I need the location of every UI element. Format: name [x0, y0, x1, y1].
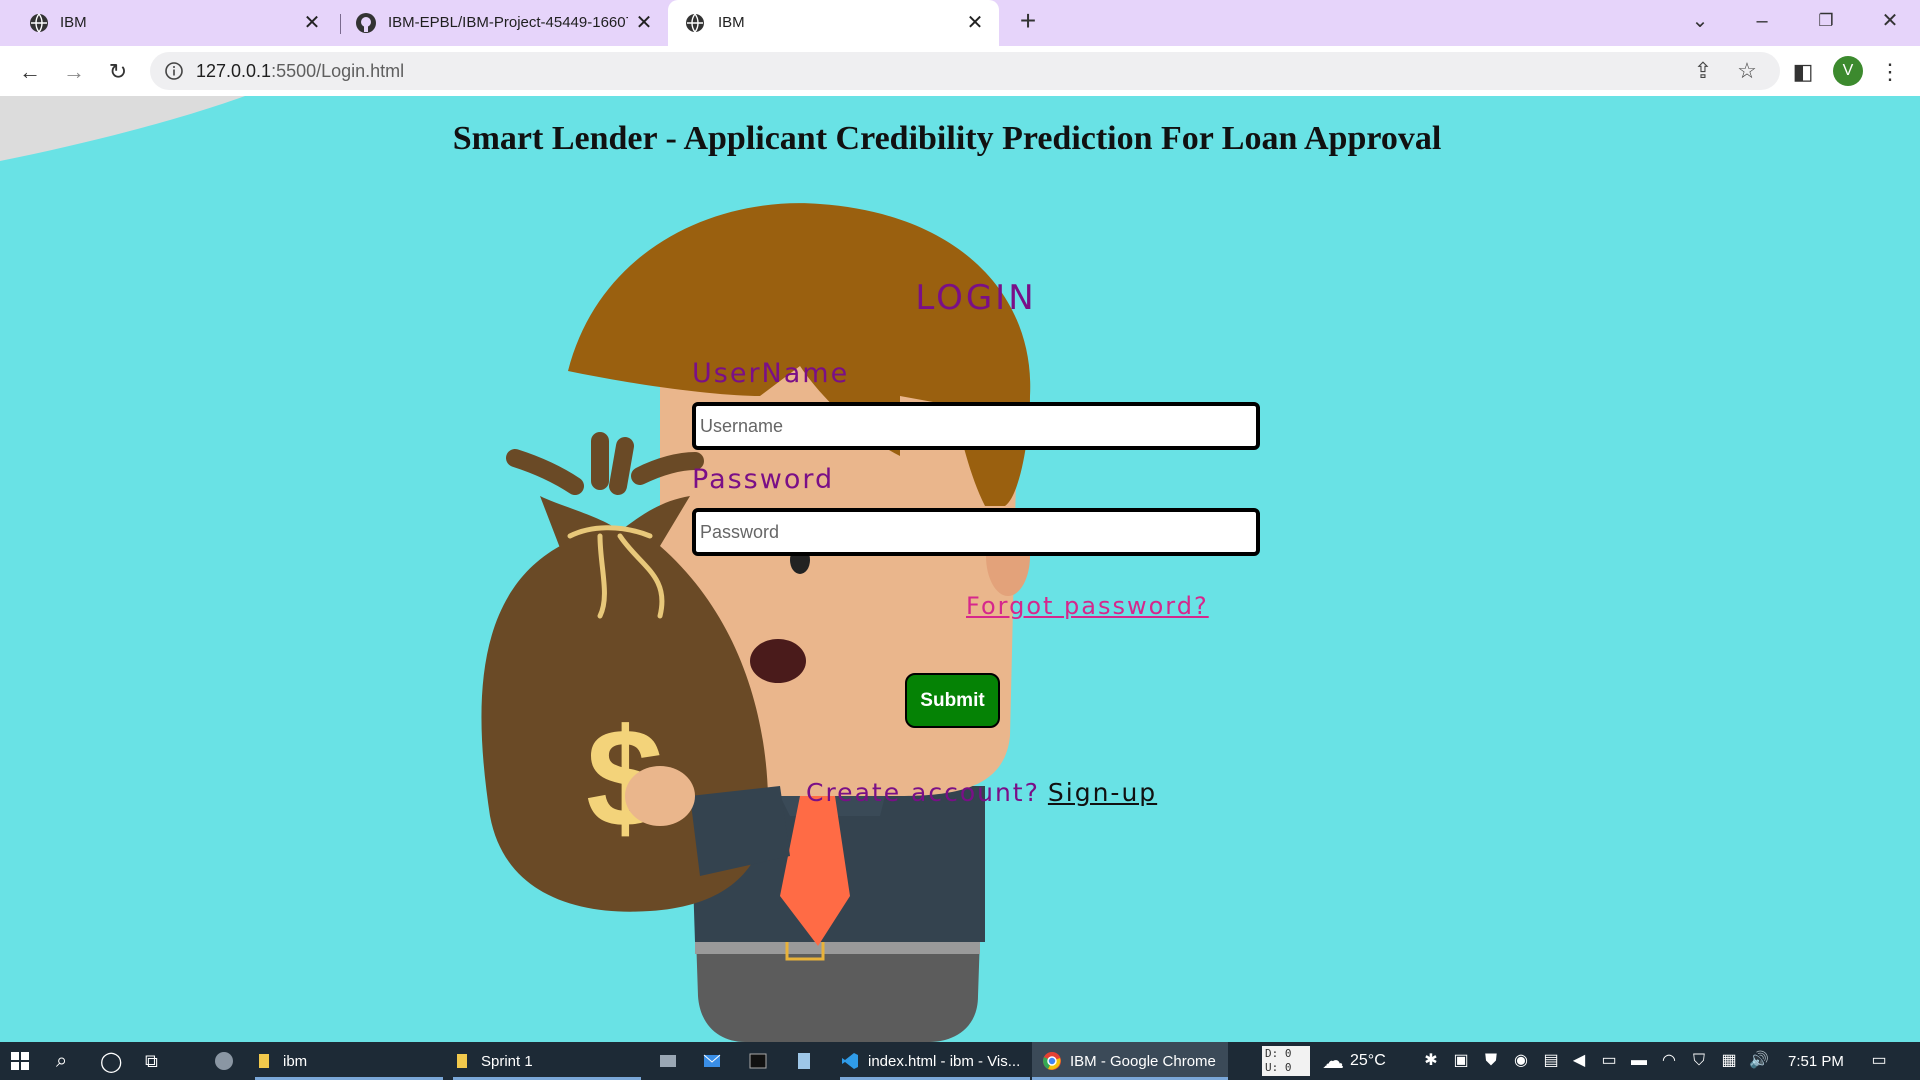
taskbar-item-chrome[interactable]: IBM - Google Chrome [1032, 1042, 1228, 1080]
page-heading: Smart Lender - Applicant Credibility Pre… [452, 120, 1442, 157]
url-text[interactable]: 127.0.0.1:5500/Login.html [196, 61, 404, 82]
search-icon[interactable]: ⌕ [56, 1042, 67, 1080]
url-path: :5500/Login.html [271, 61, 405, 81]
vscode-icon [842, 1053, 858, 1069]
password-label: Password [692, 464, 835, 495]
menu-dots-icon[interactable]: ⋮ [1875, 57, 1905, 87]
meet-icon[interactable]: ▣ [1450, 1050, 1472, 1072]
folder-icon [457, 1054, 467, 1068]
sign-up-link[interactable]: Sign-up [1048, 778, 1157, 807]
restore-button[interactable]: ❐ [1806, 6, 1846, 36]
mail-icon[interactable] [702, 1042, 730, 1080]
browser-tabstrip: IBM ✕ IBM-EPBL/IBM-Project-45449-16607 ✕… [0, 0, 1920, 46]
camera-icon[interactable]: ▤ [1540, 1050, 1562, 1072]
taskbar-item-label: Sprint 1 [481, 1052, 533, 1070]
password-input[interactable] [692, 508, 1260, 556]
start-button[interactable] [10, 1042, 38, 1080]
create-account-text: Create account? [806, 778, 1040, 807]
battery-icon[interactable]: ▬ [1628, 1050, 1650, 1072]
tab-title: IBM [60, 14, 87, 31]
taskbar-item-vscode[interactable]: index.html - ibm - Vis... [840, 1042, 1030, 1080]
taskbar-item-sprint-folder[interactable]: Sprint 1 [453, 1042, 641, 1080]
cortana-icon[interactable]: ◯ [100, 1042, 122, 1080]
submit-button[interactable]: Submit [905, 673, 1000, 728]
profile-avatar[interactable]: V [1833, 56, 1863, 86]
close-window-button[interactable]: ✕ [1870, 6, 1910, 36]
page-content: $ Smart Lender - Applicant Credibility P… [0, 96, 1920, 1042]
username-input[interactable] [692, 402, 1260, 450]
taskbar-item-ibm-folder[interactable]: ibm [255, 1042, 443, 1080]
app-tray-icon[interactable]: ◉ [1510, 1050, 1532, 1072]
wifi-icon[interactable]: ◠ [1658, 1050, 1680, 1072]
username-label: UserName [692, 358, 850, 389]
app-icon[interactable] [214, 1042, 242, 1080]
globe-icon [686, 13, 704, 33]
cloud-icon: ☁ [1322, 1048, 1344, 1073]
windows-taskbar: ⌕ ◯ ⧉ ibm Sprint 1 index.html - ibm - Vi… [0, 1042, 1920, 1080]
weather-widget[interactable]: ☁ 25°C [1322, 1042, 1386, 1080]
antivirus-icon[interactable]: ▦ [1718, 1050, 1740, 1072]
net-up: U: 0 [1265, 1061, 1292, 1074]
user-app-icon [215, 1052, 233, 1070]
reload-icon[interactable]: ↻ [103, 57, 133, 87]
bluetooth-icon[interactable]: ✱ [1420, 1050, 1442, 1072]
security-shield-icon[interactable]: ⛊ [1480, 1050, 1502, 1072]
weather-temp: 25°C [1350, 1052, 1386, 1069]
share-icon[interactable]: ⇪ [1690, 58, 1716, 84]
task-view-icon[interactable]: ⧉ [145, 1042, 158, 1080]
bookmark-star-icon[interactable]: ☆ [1734, 58, 1760, 84]
tab-title: IBM-EPBL/IBM-Project-45449-16607 [388, 14, 628, 31]
back-arrow-icon[interactable]: ← [15, 57, 45, 87]
close-tab-icon[interactable]: ✕ [632, 11, 656, 35]
tab-search-icon[interactable]: ⌄ [1680, 6, 1720, 36]
taskbar-item-label: ibm [283, 1052, 308, 1070]
console-icon [749, 1053, 767, 1069]
forward-arrow-icon[interactable]: → [59, 57, 89, 87]
envelope-icon [703, 1054, 721, 1067]
network-meter[interactable]: D: 0 U: 0 [1262, 1046, 1310, 1076]
vpn-icon[interactable]: ⛉ [1688, 1050, 1710, 1072]
terminal-icon[interactable] [748, 1042, 776, 1080]
tab-title: IBM [718, 14, 745, 31]
new-tab-button[interactable]: + [1008, 6, 1048, 36]
folder-icon [259, 1054, 269, 1068]
image-app-icon [660, 1055, 676, 1067]
browser-toolbar: ← → ↻ 127.0.0.1:5500/Login.html ⇪ ☆ ◧ V … [0, 46, 1920, 96]
taskbar-item-label: index.html - ibm - Vis... [868, 1052, 1021, 1070]
address-bar[interactable]: 127.0.0.1:5500/Login.html ⇪ ☆ [150, 52, 1780, 90]
notepad-icon [798, 1053, 810, 1069]
browser-tab-3-active[interactable]: IBM ✕ [668, 0, 999, 46]
close-tab-icon[interactable]: ✕ [963, 11, 987, 35]
speaker-muted-icon[interactable]: ◀ [1568, 1050, 1590, 1072]
browser-tab-1[interactable]: IBM ✕ [0, 0, 336, 46]
minimize-button[interactable]: – [1742, 6, 1782, 36]
cartoon-banker-illustration: $ [0, 96, 1031, 1042]
display-icon[interactable]: ▭ [1598, 1050, 1620, 1072]
clock[interactable]: 7:51 PM [1788, 1042, 1844, 1080]
chrome-icon [1043, 1052, 1061, 1070]
browser-tab-2[interactable]: IBM-EPBL/IBM-Project-45449-16607 ✕ [340, 0, 668, 46]
windows-logo-icon [11, 1052, 29, 1070]
github-icon [356, 13, 376, 33]
snipping-tool-icon[interactable] [658, 1042, 686, 1080]
close-tab-icon[interactable]: ✕ [300, 11, 324, 35]
taskbar-item-label: IBM - Google Chrome [1070, 1052, 1216, 1070]
side-panel-icon[interactable]: ◧ [1788, 57, 1818, 87]
globe-icon [30, 13, 48, 33]
notifications-icon[interactable]: ▭ [1868, 1050, 1890, 1072]
net-down: D: 0 [1265, 1047, 1292, 1060]
login-title: LOGIN [915, 278, 1037, 318]
info-icon[interactable] [164, 61, 184, 81]
volume-icon[interactable]: 🔊 [1748, 1050, 1770, 1072]
notes-app-icon[interactable] [794, 1042, 822, 1080]
create-account-row: Create account? Sign-up [806, 778, 1157, 807]
forgot-password-link[interactable]: Forgot password? [966, 592, 1209, 620]
url-host: 127.0.0.1 [196, 61, 272, 81]
